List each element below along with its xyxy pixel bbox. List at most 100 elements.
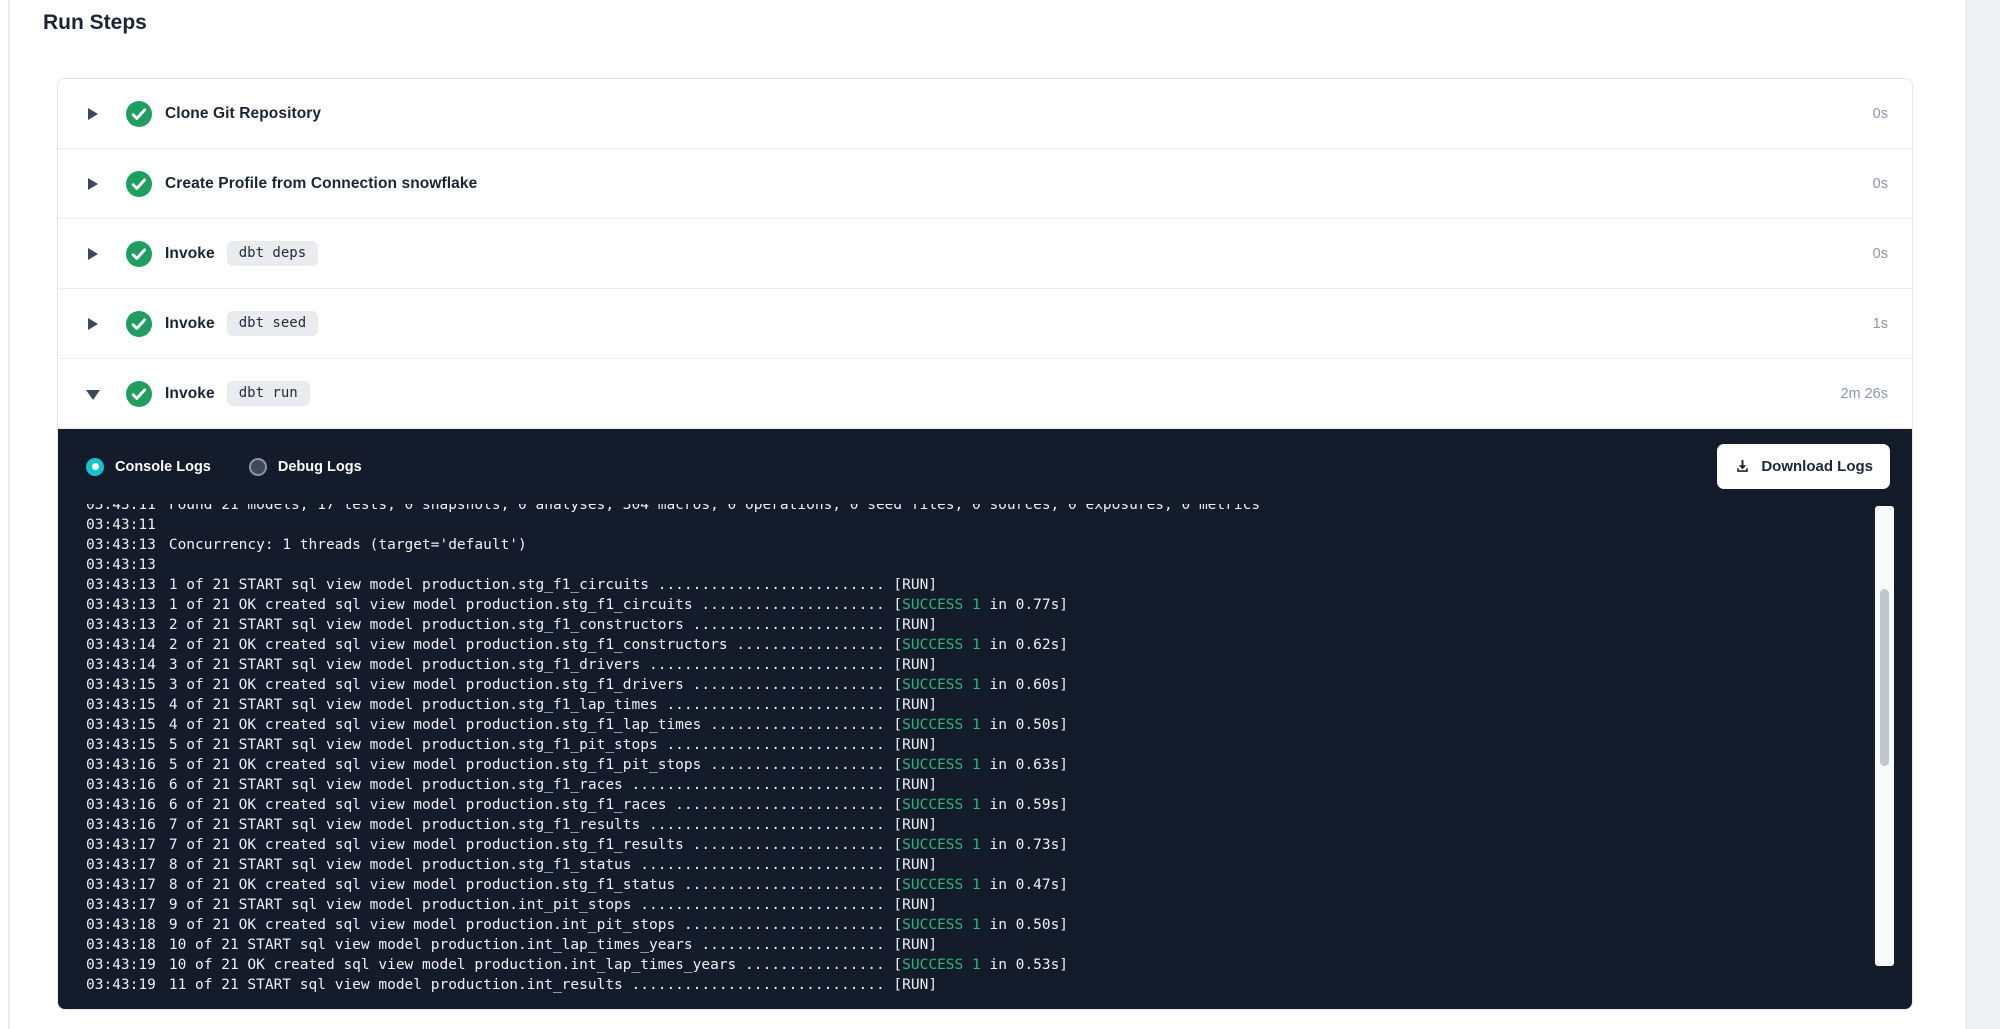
log-timestamp: 03:43:18	[86, 917, 156, 933]
step-duration: 0s	[1873, 176, 1888, 192]
command-pill: dbt deps	[227, 241, 318, 267]
log-timestamp: 03:43:11	[86, 517, 156, 533]
success-check-icon	[126, 101, 152, 127]
step-row-invoke-dbt-run[interactable]: Invoke dbt run 2m 26s	[58, 359, 1912, 429]
log-line: 03:43:132 of 21 START sql view model pro…	[86, 615, 1852, 635]
log-tab-console-logs[interactable]: Console Logs	[86, 458, 211, 476]
log-line: 03:43:143 of 21 START sql view model pro…	[86, 655, 1852, 675]
step-row-clone-git-repository[interactable]: Clone Git Repository 0s	[58, 79, 1912, 149]
step-duration: 2m 26s	[1840, 386, 1888, 402]
log-line: 03:43:13Concurrency: 1 threads (target='…	[86, 535, 1852, 555]
log-timestamp: 03:43:13	[86, 617, 156, 633]
log-timestamp: 03:43:17	[86, 897, 156, 913]
page: Run Steps Clone Git Repository0sCreate P…	[0, 0, 2000, 1029]
log-timestamp: 03:43:15	[86, 697, 156, 713]
step-label: Create Profile from Connection snowflake	[165, 175, 477, 193]
left-divider	[8, 0, 10, 1029]
log-line: 03:43:154 of 21 OK created sql view mode…	[86, 715, 1852, 735]
log-line: 03:43:131 of 21 OK created sql view mode…	[86, 595, 1852, 615]
step-label: Invoke	[165, 315, 215, 333]
log-timestamp: 03:43:16	[86, 817, 156, 833]
log-line: 03:43:13	[86, 555, 1852, 575]
chevron-right-icon[interactable]	[87, 177, 99, 191]
log-timestamp: 03:43:18	[86, 937, 156, 953]
right-gutter	[1966, 0, 2000, 1029]
console-log-output[interactable]: 03:43:11Found 21 models, 17 tests, 0 sna…	[86, 504, 1852, 1009]
radio-selected-icon[interactable]	[86, 458, 104, 476]
chevron-right-icon[interactable]	[87, 317, 99, 331]
log-timestamp: 03:43:17	[86, 877, 156, 893]
log-line: 03:43:131 of 21 START sql view model pro…	[86, 575, 1852, 595]
download-logs-label: Download Logs	[1761, 458, 1873, 475]
page-title: Run Steps	[43, 11, 147, 35]
log-timestamp: 03:43:13	[86, 537, 156, 553]
log-line: 03:43:11Found 21 models, 17 tests, 0 sna…	[86, 504, 1852, 515]
download-logs-button[interactable]: Download Logs	[1717, 444, 1890, 489]
download-icon	[1734, 458, 1751, 475]
chevron-right-icon[interactable]	[87, 247, 99, 261]
log-timestamp: 03:43:16	[86, 777, 156, 793]
log-timestamp: 03:43:16	[86, 797, 156, 813]
log-line: 03:43:1910 of 21 OK created sql view mod…	[86, 955, 1852, 975]
log-timestamp: 03:43:17	[86, 837, 156, 853]
log-line: 03:43:178 of 21 OK created sql view mode…	[86, 875, 1852, 895]
log-timestamp: 03:43:15	[86, 717, 156, 733]
log-timestamp: 03:43:13	[86, 577, 156, 593]
log-line: 03:43:178 of 21 START sql view model pro…	[86, 855, 1852, 875]
log-timestamp: 03:43:13	[86, 597, 156, 613]
step-list: Clone Git Repository0sCreate Profile fro…	[58, 79, 1912, 429]
log-timestamp: 03:43:16	[86, 757, 156, 773]
step-label: Clone Git Repository	[165, 105, 321, 123]
log-scrollbar[interactable]	[1875, 506, 1894, 966]
log-line: 03:43:166 of 21 START sql view model pro…	[86, 775, 1852, 795]
command-pill: dbt run	[227, 381, 310, 407]
step-row-create-profile-from-connection-snowflake[interactable]: Create Profile from Connection snowflake…	[58, 149, 1912, 219]
log-timestamp: 03:43:19	[86, 957, 156, 973]
log-line: 03:43:1911 of 21 START sql view model pr…	[86, 975, 1852, 995]
success-check-icon	[126, 381, 152, 407]
command-pill: dbt seed	[227, 311, 318, 337]
log-line: 03:43:167 of 21 START sql view model pro…	[86, 815, 1852, 835]
log-timestamp: 03:43:17	[86, 857, 156, 873]
step-duration: 0s	[1873, 246, 1888, 262]
log-timestamp: 03:43:13	[86, 557, 156, 573]
step-row-invoke-dbt-deps[interactable]: Invoke dbt deps 0s	[58, 219, 1912, 289]
log-timestamp: 03:43:15	[86, 737, 156, 753]
log-line: 03:43:154 of 21 START sql view model pro…	[86, 695, 1852, 715]
success-check-icon	[126, 171, 152, 197]
success-check-icon	[126, 241, 152, 267]
success-check-icon	[126, 311, 152, 337]
log-timestamp: 03:43:14	[86, 637, 156, 653]
log-scrollbar-thumb[interactable]	[1880, 589, 1889, 766]
log-timestamp: 03:43:15	[86, 677, 156, 693]
chevron-right-icon[interactable]	[87, 107, 99, 121]
log-line: 03:43:142 of 21 OK created sql view mode…	[86, 635, 1852, 655]
step-label: Invoke	[165, 385, 215, 403]
log-line: 03:43:177 of 21 OK created sql view mode…	[86, 835, 1852, 855]
log-tab-debug-logs[interactable]: Debug Logs	[249, 458, 362, 476]
log-tab-label: Debug Logs	[278, 459, 362, 475]
log-content: 03:43:11Found 21 models, 17 tests, 0 sna…	[86, 504, 1852, 995]
log-line: 03:43:166 of 21 OK created sql view mode…	[86, 795, 1852, 815]
log-type-radio-group: Console Logs Debug Logs	[86, 458, 362, 476]
step-row-invoke-dbt-seed[interactable]: Invoke dbt seed 1s	[58, 289, 1912, 359]
run-steps-card: Clone Git Repository0sCreate Profile fro…	[57, 78, 1913, 1010]
log-timestamp: 03:43:11	[86, 504, 156, 513]
log-timestamp: 03:43:14	[86, 657, 156, 673]
step-duration: 0s	[1873, 106, 1888, 122]
log-tab-label: Console Logs	[115, 459, 211, 475]
log-line: 03:43:11	[86, 515, 1852, 535]
step-label: Invoke	[165, 245, 215, 263]
log-panel: Console Logs Debug Logs Download Logs 03:…	[58, 429, 1912, 1009]
log-line: 03:43:1810 of 21 START sql view model pr…	[86, 935, 1852, 955]
step-duration: 1s	[1873, 316, 1888, 332]
log-panel-header: Console Logs Debug Logs Download Logs	[58, 429, 1912, 489]
log-line: 03:43:189 of 21 OK created sql view mode…	[86, 915, 1852, 935]
chevron-down-icon[interactable]	[87, 387, 99, 401]
log-timestamp: 03:43:19	[86, 977, 156, 993]
log-line: 03:43:155 of 21 START sql view model pro…	[86, 735, 1852, 755]
log-line: 03:43:165 of 21 OK created sql view mode…	[86, 755, 1852, 775]
log-line: 03:43:153 of 21 OK created sql view mode…	[86, 675, 1852, 695]
log-line: 03:43:179 of 21 START sql view model pro…	[86, 895, 1852, 915]
radio-icon[interactable]	[249, 458, 267, 476]
